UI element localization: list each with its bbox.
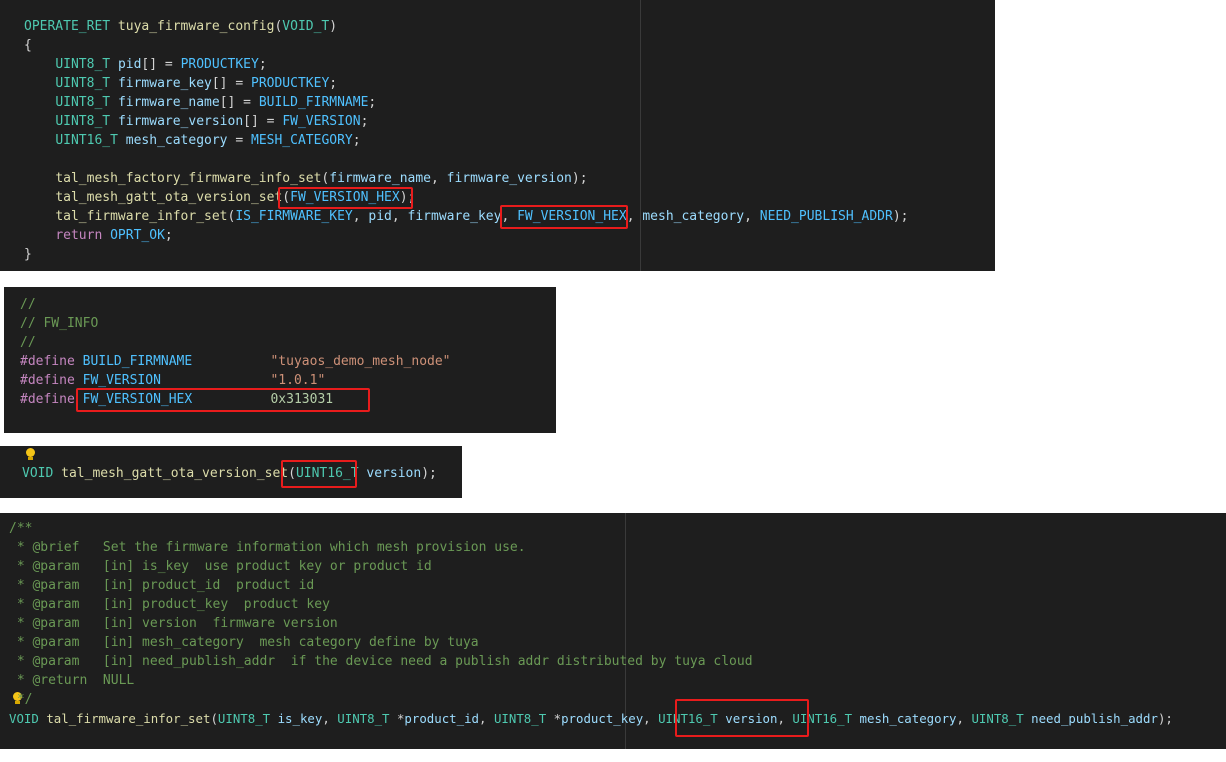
code-line: { xyxy=(24,38,32,53)
code-line: UINT8_T firmware_name[] = BUILD_FIRMNAME… xyxy=(55,95,377,110)
code-panel-ota-declaration: VOID tal_mesh_gatt_ota_version_set(UINT1… xyxy=(0,446,462,498)
code-line: UINT8_T firmware_key[] = PRODUCTKEY; xyxy=(55,76,338,91)
highlight-box xyxy=(278,187,413,209)
code-line: */ xyxy=(9,692,33,707)
code-line: * @param [in] is_key use product key or … xyxy=(9,559,432,574)
code-line: // xyxy=(20,297,36,312)
code-panel-firmware-config: OPERATE_RET tuya_firmware_config(VOID_T)… xyxy=(0,0,995,271)
code-line: * @return NULL xyxy=(9,673,135,688)
code-panel-fw-info: // // FW_INFO // #define BUILD_FIRMNAME … xyxy=(4,287,556,433)
highlight-box xyxy=(76,388,370,412)
code-line: /** xyxy=(9,521,33,536)
code-line: VOID tal_mesh_gatt_ota_version_set(UINT1… xyxy=(22,466,437,481)
code-line: UINT16_T mesh_category = MESH_CATEGORY; xyxy=(55,133,361,148)
code-line: * @brief Set the firmware information wh… xyxy=(9,540,526,555)
code-line: tal_mesh_factory_firmware_info_set(firmw… xyxy=(55,171,588,186)
code-line: UINT8_T firmware_version[] = FW_VERSION; xyxy=(55,114,369,129)
highlight-box xyxy=(281,460,357,488)
code-line: return OPRT_OK; xyxy=(55,228,173,243)
code-line: } xyxy=(24,247,32,262)
highlight-box xyxy=(675,699,809,737)
code-line: * @param [in] product_id product id xyxy=(9,578,315,593)
code-line: * @param [in] product_key product key xyxy=(9,597,330,612)
code-line: tal_firmware_infor_set(IS_FIRMWARE_KEY, … xyxy=(55,209,909,224)
code-line: // FW_INFO xyxy=(20,316,99,331)
code-line: VOID tal_firmware_infor_set(UINT8_T is_k… xyxy=(9,711,1173,726)
code-line: UINT8_T pid[] = PRODUCTKEY; xyxy=(55,57,267,72)
code-line: * @param [in] mesh_category mesh categor… xyxy=(9,635,479,650)
code-line: * @param [in] need_publish_addr if the d… xyxy=(9,654,753,669)
highlight-box xyxy=(500,205,628,229)
code-line: // xyxy=(20,335,36,350)
code-line: OPERATE_RET tuya_firmware_config(VOID_T) xyxy=(24,19,338,34)
code-panel-infor-set-docs: /** * @brief Set the firmware informatio… xyxy=(0,513,1226,749)
code-line: #define BUILD_FIRMNAME "tuyaos_demo_mesh… xyxy=(20,354,451,369)
code-line: * @param [in] version firmware version xyxy=(9,616,338,631)
lightbulb-icon[interactable] xyxy=(25,448,35,462)
